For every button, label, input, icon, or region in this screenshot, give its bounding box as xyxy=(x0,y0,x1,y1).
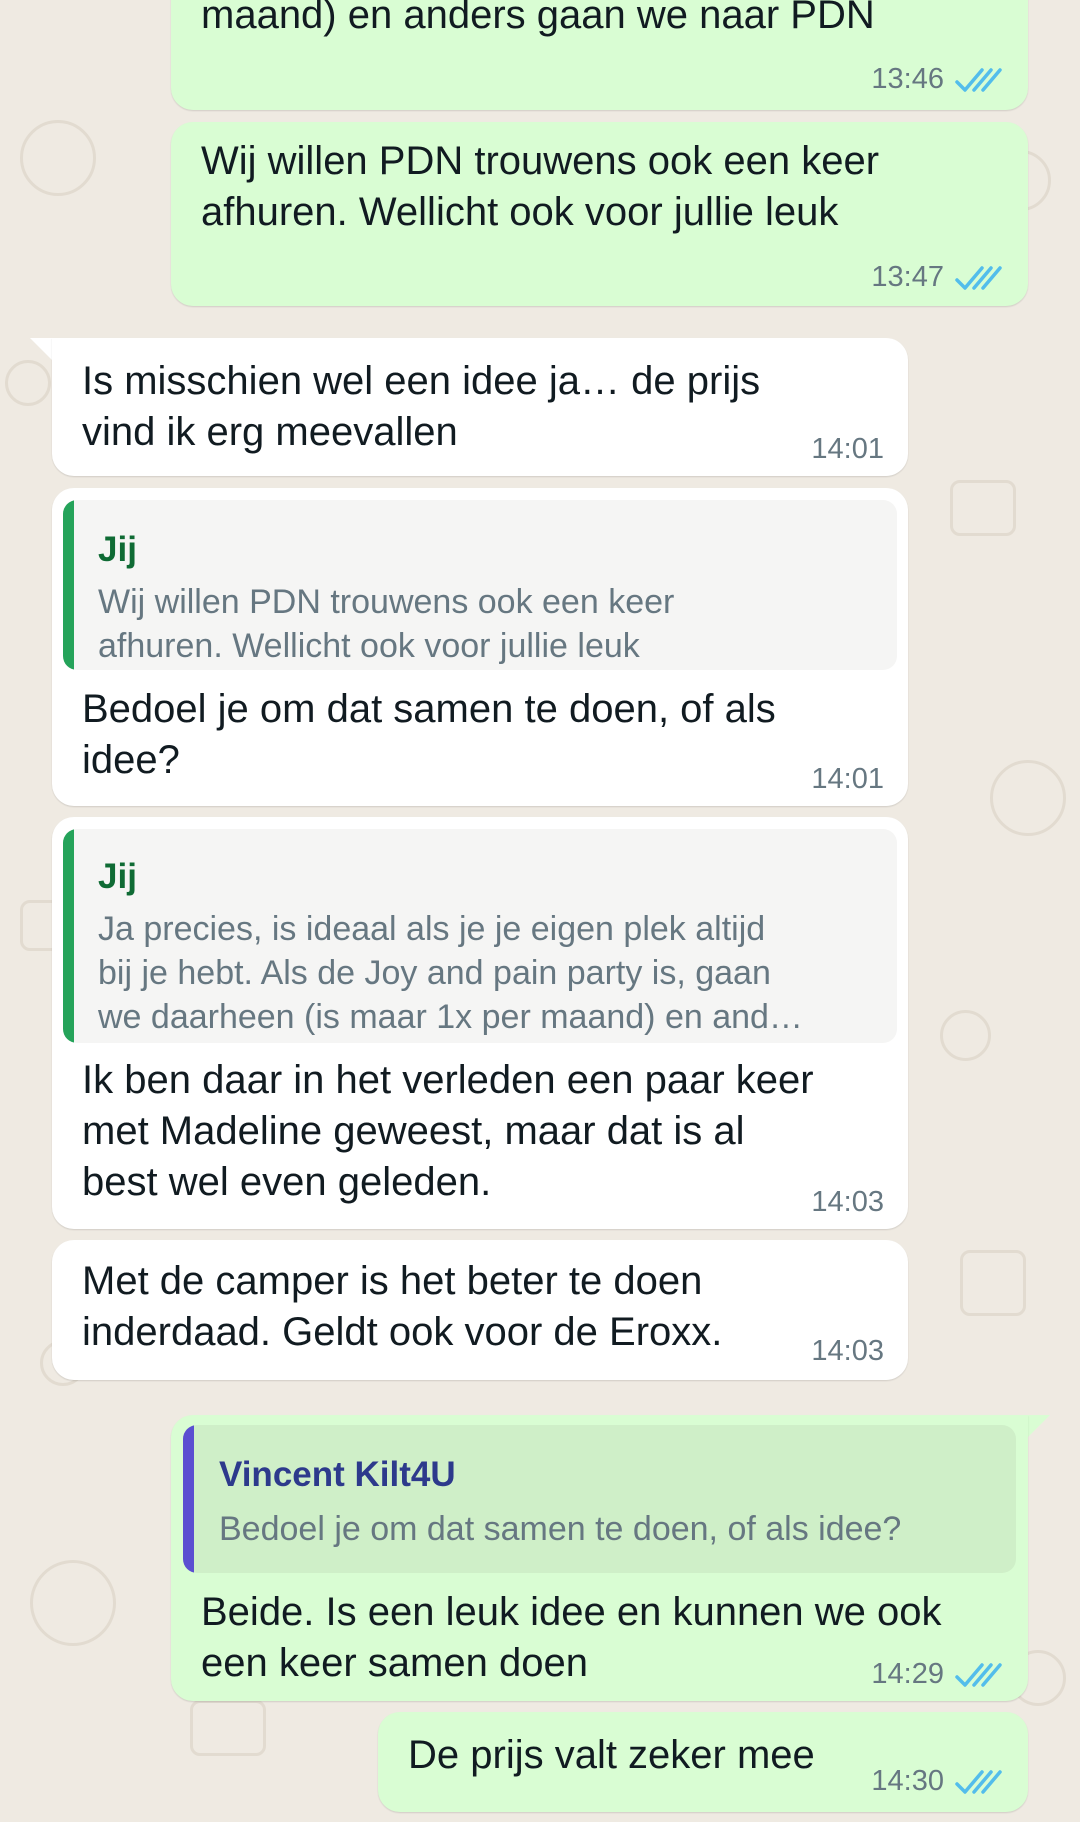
message-text: De prijs valt zeker mee xyxy=(408,1733,815,1777)
message-meta: 13:47 xyxy=(871,261,1004,294)
message-bubble-outgoing[interactable]: Wij willen PDN trouwens ook een keer afh… xyxy=(171,122,1028,306)
message-meta: 14:30 xyxy=(871,1765,1004,1798)
message-time: 14:03 xyxy=(811,1186,884,1218)
message-time: 14:30 xyxy=(871,1765,944,1797)
message-meta: 14:01 xyxy=(811,433,884,466)
message-text: maand) en anders gaan we naar PDN xyxy=(201,0,875,37)
quote-author: Jij xyxy=(98,857,137,896)
message-time: 13:46 xyxy=(871,63,944,95)
message-meta: 14:03 xyxy=(811,1186,884,1219)
message-time: 13:47 xyxy=(871,261,944,293)
quoted-message[interactable]: Vincent Kilt4U Bedoel je om dat samen te… xyxy=(183,1425,1016,1573)
message-bubble-outgoing[interactable]: Vincent Kilt4U Bedoel je om dat samen te… xyxy=(171,1415,1028,1701)
double-check-read-icon xyxy=(955,67,1002,92)
message-text: Beide. Is een leuk idee en kunnen we ook… xyxy=(201,1590,942,1685)
message-text: Wij willen PDN trouwens ook een keer afh… xyxy=(201,139,880,234)
message-bubble-incoming[interactable]: Is misschien wel een idee ja… de prijs v… xyxy=(52,338,908,476)
bubble-tail xyxy=(30,338,52,360)
quote-text: Wij willen PDN trouwens ook een keer afh… xyxy=(98,583,675,665)
quote-text: Ja precies, is ideaal als je je eigen pl… xyxy=(98,910,803,1036)
message-text: Met de camper is het beter te doen inder… xyxy=(82,1259,723,1354)
bubble-tail xyxy=(1028,1415,1050,1437)
message-time: 14:03 xyxy=(811,1335,884,1367)
quoted-message[interactable]: Jij Ja precies, is ideaal als je je eige… xyxy=(63,829,897,1043)
message-bubble-outgoing[interactable]: De prijs valt zeker mee 14:30 xyxy=(378,1712,1028,1812)
quoted-message[interactable]: Jij Wij willen PDN trouwens ook een keer… xyxy=(63,500,897,670)
quote-text: Bedoel je om dat samen te doen, of als i… xyxy=(219,1510,902,1548)
message-text: Ik ben daar in het verleden een paar kee… xyxy=(82,1058,814,1204)
message-text: Bedoel je om dat samen te doen, of als i… xyxy=(82,687,776,782)
double-check-read-icon xyxy=(955,265,1002,290)
message-bubble-incoming[interactable]: Met de camper is het beter te doen inder… xyxy=(52,1240,908,1380)
message-bubble-outgoing[interactable]: maand) en anders gaan we naar PDN 13:46 xyxy=(171,0,1028,110)
message-time: 14:29 xyxy=(871,1658,944,1690)
message-bubble-incoming[interactable]: Jij Wij willen PDN trouwens ook een keer… xyxy=(52,488,908,806)
quote-bar xyxy=(63,500,74,670)
message-meta: 14:03 xyxy=(811,1335,884,1368)
message-time: 14:01 xyxy=(811,763,884,795)
message-text: Is misschien wel een idee ja… de prijs v… xyxy=(82,359,761,454)
quote-author: Vincent Kilt4U xyxy=(219,1455,456,1494)
quote-bar xyxy=(63,829,74,1043)
double-check-read-icon xyxy=(955,1769,1002,1794)
double-check-read-icon xyxy=(955,1662,1002,1687)
quote-bar xyxy=(183,1425,194,1573)
message-time: 14:01 xyxy=(811,433,884,465)
message-bubble-incoming[interactable]: Jij Ja precies, is ideaal als je je eige… xyxy=(52,817,908,1229)
message-meta: 14:01 xyxy=(811,763,884,796)
quote-author: Jij xyxy=(98,530,137,569)
message-meta: 13:46 xyxy=(871,63,1004,96)
message-meta: 14:29 xyxy=(871,1658,1004,1691)
